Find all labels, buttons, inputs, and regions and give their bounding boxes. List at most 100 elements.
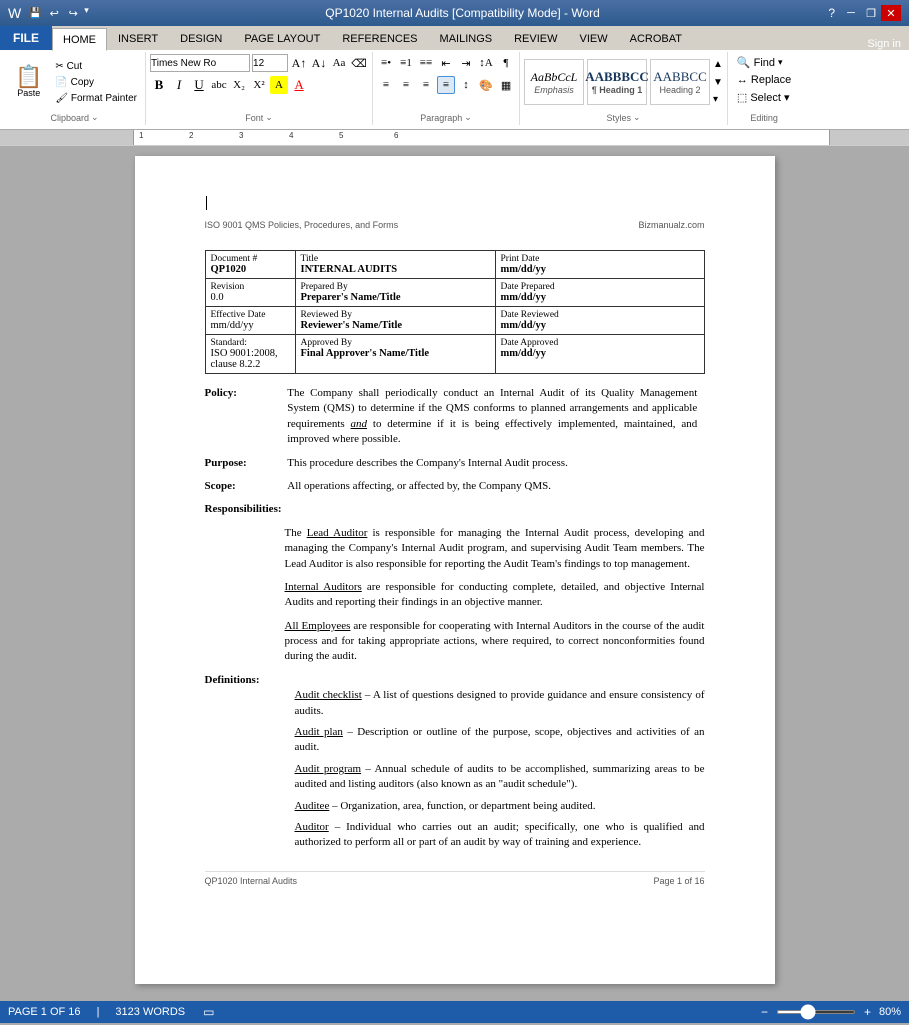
find-button[interactable]: 🔍 Find ▾ — [732, 54, 796, 71]
strikethrough-button[interactable]: abc — [210, 76, 228, 94]
definitions-label: Definitions: — [205, 673, 285, 688]
bullets-button[interactable]: ≡• — [377, 54, 395, 72]
replace-icon: ↔ — [737, 74, 748, 86]
align-left-button[interactable]: ≡ — [377, 76, 395, 94]
replace-button[interactable]: ↔ Replace — [732, 72, 796, 88]
line-spacing-button[interactable]: ↕ — [457, 76, 475, 94]
borders-button[interactable]: ▦ — [497, 76, 515, 94]
numbering-button[interactable]: ≡1 — [397, 54, 415, 72]
resp-para3: All Employees are responsible for cooper… — [285, 619, 705, 665]
help-button[interactable]: ? — [828, 6, 835, 20]
zoom-slider[interactable] — [776, 1010, 856, 1014]
format-painter-button[interactable]: 🖌 Format Painter — [51, 91, 141, 106]
sort-button[interactable]: ↕A — [477, 54, 495, 72]
style-heading2[interactable]: AABBCC Heading 2 — [650, 59, 710, 105]
ruler-marks[interactable]: 1 2 3 4 5 6 — [134, 130, 829, 145]
show-para-button[interactable]: ¶ — [497, 54, 515, 72]
paste-button[interactable]: 📋 Paste — [8, 63, 49, 101]
styles-scroll-down[interactable]: ▼ — [713, 77, 723, 88]
increase-indent-button[interactable]: ⇥ — [457, 54, 475, 72]
all-employees-term: All Employees — [285, 620, 351, 632]
styles-expand-icon[interactable]: ⌄ — [633, 112, 641, 123]
paragraph-expand-icon[interactable]: ⌄ — [464, 112, 472, 123]
align-right-button[interactable]: ≡ — [417, 76, 435, 94]
change-case-button[interactable]: Aa — [330, 54, 348, 72]
bold-button[interactable]: B — [150, 76, 168, 94]
responsibilities-section: Responsibilities: — [205, 502, 705, 517]
reviewer-name: Reviewer's Name/Title — [301, 320, 490, 331]
redo-icon[interactable]: ↪ — [65, 5, 81, 21]
shading-button[interactable]: 🎨 — [477, 76, 495, 94]
sign-in-link[interactable]: Sign in — [867, 38, 901, 50]
tab-insert[interactable]: INSERT — [107, 28, 169, 50]
tab-acrobat[interactable]: ACROBAT — [619, 28, 693, 50]
zoom-level[interactable]: 80% — [879, 1006, 901, 1018]
copy-button[interactable]: 📄 Copy — [51, 75, 141, 90]
view-icon[interactable]: ▭ — [203, 1005, 214, 1019]
paragraph-group: ≡• ≡1 ≡≡ ⇤ ⇥ ↕A ¶ ≡ ≡ ≡ ≡ ↕ 🎨 ▦ Paragrap… — [373, 52, 520, 125]
font-size-input[interactable] — [252, 54, 288, 72]
underline-button[interactable]: U — [190, 76, 208, 94]
tab-file[interactable]: FILE — [0, 26, 52, 50]
customize-qat-icon[interactable]: ▾ — [84, 5, 89, 21]
font-group: A↑ A↓ Aa ⌫ B I U abc X₂ X² A A Font ⌄ — [146, 52, 373, 125]
zoom-out-icon[interactable]: − — [761, 1005, 768, 1019]
close-button[interactable]: ✕ — [881, 5, 901, 21]
shrink-font-button[interactable]: A↓ — [310, 54, 328, 72]
clipboard-expand-icon[interactable]: ⌄ — [91, 112, 99, 123]
styles-scroll-up[interactable]: ▲ — [713, 59, 723, 70]
editing-label: Editing — [750, 113, 778, 123]
undo-icon[interactable]: ↩ — [46, 5, 62, 21]
font-name-input[interactable] — [150, 54, 250, 72]
tab-home[interactable]: HOME — [52, 28, 107, 51]
cut-button[interactable]: ✂ Cut — [51, 59, 141, 74]
minimize-button[interactable]: ─ — [841, 5, 861, 21]
grow-font-button[interactable]: A↑ — [290, 54, 308, 72]
find-dropdown[interactable]: ▾ — [778, 57, 783, 68]
scope-section: Scope: All operations affecting, or affe… — [205, 479, 705, 494]
justify-button[interactable]: ≡ — [437, 76, 455, 94]
purpose-section: Purpose: This procedure describes the Co… — [205, 456, 705, 471]
align-center-button[interactable]: ≡ — [397, 76, 415, 94]
title-label: Title — [301, 254, 490, 264]
italic-button[interactable]: I — [170, 76, 188, 94]
tab-page-layout[interactable]: PAGE LAYOUT — [233, 28, 331, 50]
subscript-button[interactable]: X₂ — [230, 76, 248, 94]
standard-value: ISO 9001:2008, clause 8.2.2 — [211, 348, 290, 370]
tab-design[interactable]: DESIGN — [169, 28, 233, 50]
select-button[interactable]: ⬚ Select ▾ — [732, 89, 796, 106]
quick-save-icon[interactable]: 💾 — [27, 5, 43, 21]
paste-label: Paste — [17, 88, 40, 98]
style-heading1[interactable]: AABBBCC ¶ Heading 1 — [587, 59, 647, 105]
zoom-in-icon[interactable]: + — [864, 1005, 871, 1019]
tab-view[interactable]: VIEW — [569, 28, 619, 50]
tab-references[interactable]: REFERENCES — [331, 28, 428, 50]
status-bar: PAGE 1 OF 16 | 3123 WORDS ▭ − + 80% — [0, 1001, 909, 1023]
font-expand-icon[interactable]: ⌄ — [265, 112, 273, 123]
styles-expand[interactable]: ▾ — [713, 94, 723, 105]
clear-formatting-button[interactable]: ⌫ — [350, 54, 368, 72]
tab-review[interactable]: REVIEW — [503, 28, 568, 50]
style-emphasis[interactable]: AaBbCcL Emphasis — [524, 59, 584, 105]
text-highlight-button[interactable]: A — [270, 76, 288, 94]
doc-footer: QP1020 Internal Audits Page 1 of 16 — [205, 871, 705, 886]
lead-auditor-term: Lead Auditor — [307, 527, 368, 539]
policy-text: The Company shall periodically conduct a… — [287, 386, 697, 448]
superscript-button[interactable]: X² — [250, 76, 268, 94]
restore-button[interactable]: ❐ — [861, 5, 881, 21]
tab-mailings[interactable]: MAILINGS — [429, 28, 504, 50]
decrease-indent-button[interactable]: ⇤ — [437, 54, 455, 72]
document-page: ISO 9001 QMS Policies, Procedures, and F… — [135, 156, 775, 984]
heading2-label: Heading 2 — [659, 85, 700, 95]
doc-num-value: QP1020 — [211, 264, 290, 275]
document-area[interactable]: ISO 9001 QMS Policies, Procedures, and F… — [0, 146, 909, 1001]
multilevel-button[interactable]: ≡≡ — [417, 54, 435, 72]
date-approved-label: Date Approved — [501, 338, 699, 348]
font-color-button[interactable]: A — [290, 76, 308, 94]
responsibilities-label: Responsibilities: — [205, 502, 285, 517]
ruler-left-margin — [0, 130, 134, 145]
emphasis-label: Emphasis — [534, 85, 574, 95]
title-bar: W 💾 ↩ ↪ ▾ QP1020 Internal Audits [Compat… — [0, 0, 909, 26]
definitions-section: Definitions: Audit checklist – A list of… — [205, 673, 705, 851]
purpose-label: Purpose: — [205, 456, 285, 471]
